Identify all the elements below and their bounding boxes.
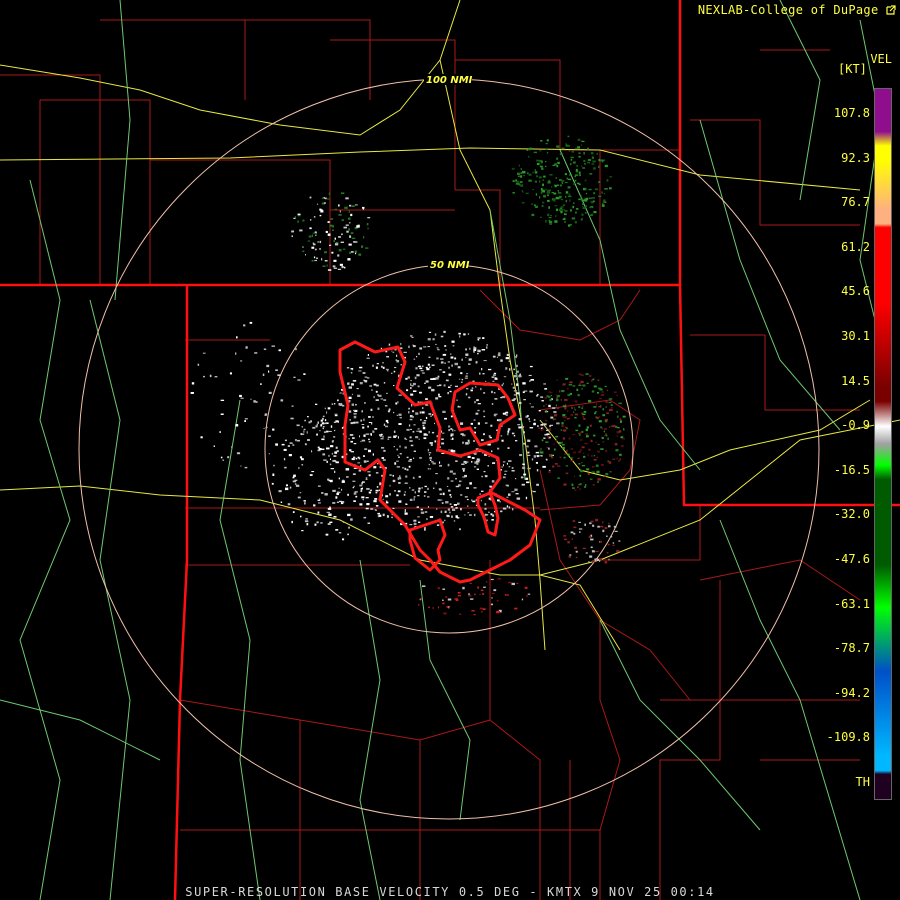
external-link-icon[interactable]	[886, 5, 896, 15]
scale-tick-label: -0.9	[841, 418, 870, 433]
scale-tick-label: -109.8	[826, 730, 870, 745]
scale-tick-label: 107.8	[833, 106, 870, 120]
radar-viewer: 50 NMI 100 NMI NEXLAB-College of DuPage …	[0, 0, 900, 900]
warning-polygon-south[interactable]	[408, 518, 447, 572]
warning-polygon-inner[interactable]	[476, 491, 500, 537]
ring-label-50: 50 NMI	[430, 260, 470, 271]
scale-tick-label: TH	[855, 775, 870, 789]
scale-tick-label: -94.2	[833, 685, 870, 700]
velocity-color-scale	[874, 88, 892, 800]
radar-map[interactable]: 50 NMI 100 NMI	[0, 0, 900, 900]
scale-tick-label: -32.0	[833, 507, 870, 522]
scale-tick-label: 30.1	[841, 329, 870, 343]
scale-tick-label: -47.6	[833, 552, 870, 566]
scale-tick-label: 14.5	[841, 373, 870, 388]
credit-text: NEXLAB-College of DuPage	[697, 3, 879, 17]
scale-tick-label: 92.3	[841, 150, 870, 165]
credit-label[interactable]: NEXLAB-College of DuPage	[698, 3, 896, 17]
scale-tick-label: -16.5	[833, 462, 870, 477]
scale-tick-label: -78.7	[833, 641, 870, 656]
scale-tick-label: 45.6	[841, 284, 870, 299]
velocity-returns	[190, 135, 626, 616]
scale-tick-label: 76.7	[841, 195, 870, 210]
product-footer: SUPER-RESOLUTION BASE VELOCITY 0.5 DEG -…	[185, 885, 715, 899]
unit-label: [KT]	[838, 62, 867, 76]
scale-tick-label: 61.2	[841, 239, 870, 254]
scale-tick-label: -63.1	[833, 596, 870, 611]
product-label: VEL	[870, 52, 892, 66]
ring-label-100: 100 NMI	[426, 75, 473, 86]
